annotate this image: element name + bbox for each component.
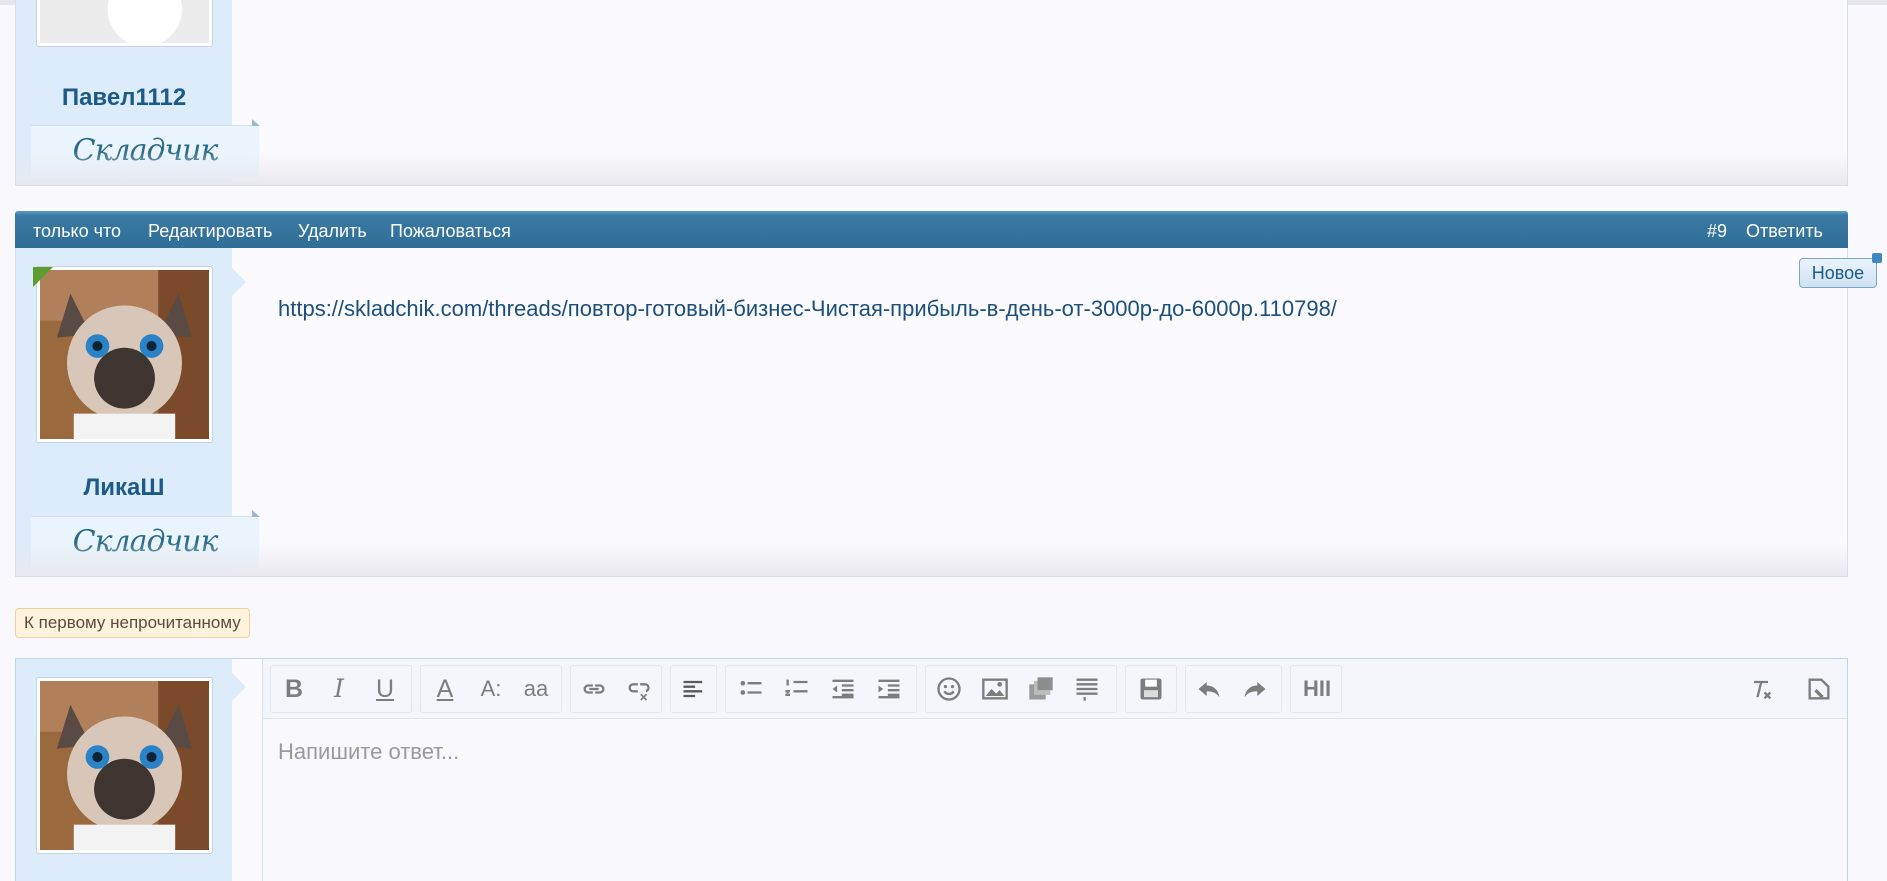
default-avatar-icon xyxy=(40,0,209,43)
smilie-icon[interactable] xyxy=(933,673,965,705)
font-color-icon[interactable]: A xyxy=(429,673,461,705)
delete-link[interactable]: Удалить xyxy=(298,221,367,242)
save-draft-icon[interactable] xyxy=(1135,673,1167,705)
post-previous: Павел1112 Складчик xyxy=(15,0,1848,186)
post-footer-shade xyxy=(16,151,1847,185)
post-time-link[interactable]: только что xyxy=(33,221,121,242)
user-column: ЛикаШ Складчик xyxy=(16,248,260,576)
remove-format-icon[interactable] xyxy=(1745,673,1777,705)
undo-icon[interactable] xyxy=(1193,673,1225,705)
user-column-arrow xyxy=(232,268,246,296)
cat-avatar-image xyxy=(40,270,209,439)
unlink-icon[interactable] xyxy=(623,673,655,705)
bold-icon[interactable]: B xyxy=(278,673,310,705)
avatar[interactable] xyxy=(36,266,213,443)
toggle-source-icon[interactable] xyxy=(1803,673,1835,705)
user-column-arrow xyxy=(232,673,246,701)
font-family-icon[interactable]: aa xyxy=(520,673,552,705)
italic-icon[interactable]: I xyxy=(323,673,355,705)
underline-icon[interactable]: U xyxy=(369,673,401,705)
more-icon[interactable] xyxy=(1071,673,1103,705)
bullet-list-icon[interactable] xyxy=(735,673,767,705)
avatar xyxy=(36,677,213,854)
report-link[interactable]: Пожаловаться xyxy=(390,221,511,242)
online-indicator xyxy=(33,267,53,287)
editor: B I U A A: aa HII Напишите ответ... xyxy=(262,659,1847,881)
number-list-icon[interactable] xyxy=(781,673,813,705)
font-size-icon[interactable]: A: xyxy=(475,673,507,705)
cat-avatar-image xyxy=(40,681,209,850)
reply-link[interactable]: Ответить xyxy=(1746,221,1823,242)
post-number-link[interactable]: #9 xyxy=(1707,221,1727,242)
image-icon[interactable] xyxy=(979,673,1011,705)
new-badge: Новое xyxy=(1799,253,1882,288)
user-column xyxy=(16,659,246,881)
link-icon[interactable] xyxy=(578,673,610,705)
post-meta-bar: только что Редактировать Удалить Пожалов… xyxy=(15,211,1848,249)
align-icon[interactable] xyxy=(678,673,710,705)
avatar[interactable] xyxy=(36,0,213,47)
post-footer-shade xyxy=(16,542,1847,576)
indent-icon[interactable] xyxy=(873,673,905,705)
username[interactable]: Павел1112 xyxy=(16,84,232,112)
media-icon[interactable] xyxy=(1025,673,1057,705)
reply-textarea[interactable]: Напишите ответ... xyxy=(278,739,459,765)
first-unread-button[interactable]: К первому непрочитанному xyxy=(15,608,250,638)
outdent-icon[interactable] xyxy=(827,673,859,705)
post-content-link[interactable]: https://skladchik.com/threads/повтор-гот… xyxy=(278,296,1337,322)
editor-toolbar: B I U A A: aa HII xyxy=(263,659,1847,719)
quick-reply-form: B I U A A: aa HII Напишите ответ... xyxy=(15,658,1848,881)
headers-icon[interactable]: HII xyxy=(1297,673,1337,705)
redo-icon[interactable] xyxy=(1239,673,1271,705)
username[interactable]: ЛикаШ xyxy=(16,474,232,502)
edit-link[interactable]: Редактировать xyxy=(148,221,272,242)
